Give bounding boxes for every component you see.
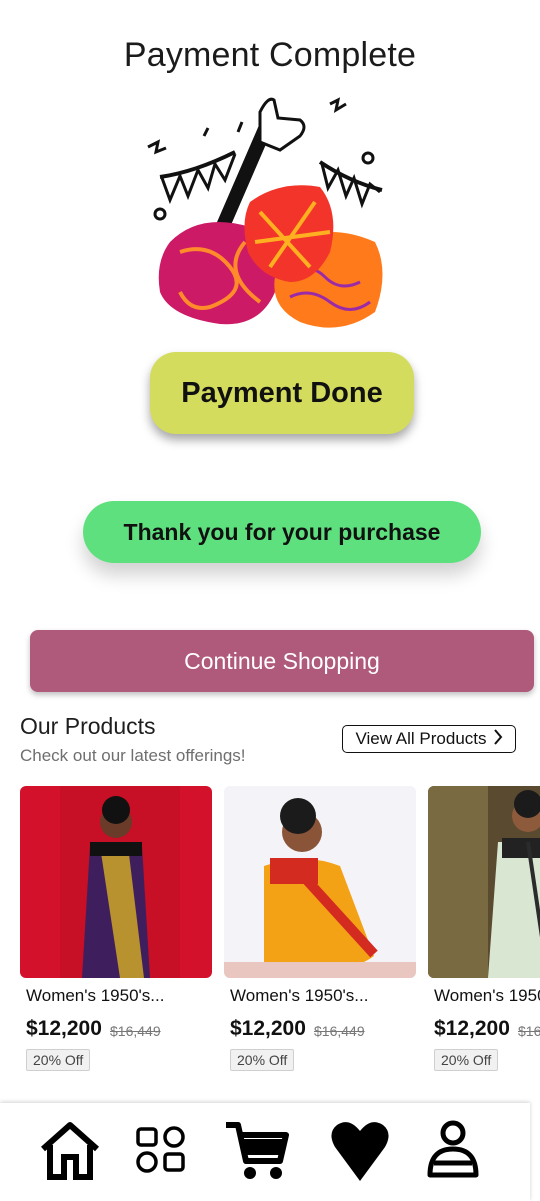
discount-badge: 20% Off <box>434 1049 499 1071</box>
product-image <box>20 786 212 978</box>
heart-icon[interactable] <box>327 1117 393 1183</box>
view-all-label: View All Products <box>355 729 487 748</box>
product-original-price: $16,449 <box>314 1023 365 1039</box>
view-all-products-button[interactable]: View All Products <box>342 725 516 753</box>
product-card[interactable]: Women's 1950's... $12,200 $16,449 20% Of… <box>428 786 540 1078</box>
product-price: $12,200 <box>230 1017 306 1040</box>
product-card[interactable]: Women's 1950's... $12,200 $16,449 20% Of… <box>224 786 416 1078</box>
chevron-right-icon <box>493 728 503 750</box>
profile-icon[interactable] <box>420 1117 486 1183</box>
thank-you-banner: Thank you for your purchase <box>83 501 481 563</box>
payment-done-button[interactable]: Payment Done <box>150 352 414 434</box>
home-icon[interactable] <box>37 1117 103 1183</box>
continue-shopping-button[interactable]: Continue Shopping <box>30 630 534 692</box>
celebration-illustration <box>140 92 400 342</box>
product-original-price: $16,449 <box>518 1023 540 1039</box>
product-original-price: $16,449 <box>110 1023 161 1039</box>
section-subtitle: Check out our latest offerings! <box>20 746 246 765</box>
page-title: Payment Complete <box>123 36 417 74</box>
bottom-navigation <box>0 1103 530 1201</box>
section-title: Our Products <box>20 713 156 739</box>
discount-badge: 20% Off <box>230 1049 295 1071</box>
product-name: Women's 1950's... <box>230 986 369 1005</box>
product-carousel[interactable]: Women's 1950's... $12,200 $16,449 20% Of… <box>0 786 540 1086</box>
product-price: $12,200 <box>434 1017 510 1040</box>
product-name: Women's 1950's... <box>434 986 540 1005</box>
cart-icon[interactable] <box>224 1117 290 1183</box>
discount-badge: 20% Off <box>26 1049 91 1071</box>
product-card[interactable]: Women's 1950's... $12,200 $16,449 20% Of… <box>20 786 212 1078</box>
product-image <box>224 786 416 978</box>
categories-icon[interactable] <box>128 1117 194 1183</box>
product-name: Women's 1950's... <box>26 986 165 1005</box>
product-image <box>428 786 540 978</box>
product-price: $12,200 <box>26 1017 102 1040</box>
